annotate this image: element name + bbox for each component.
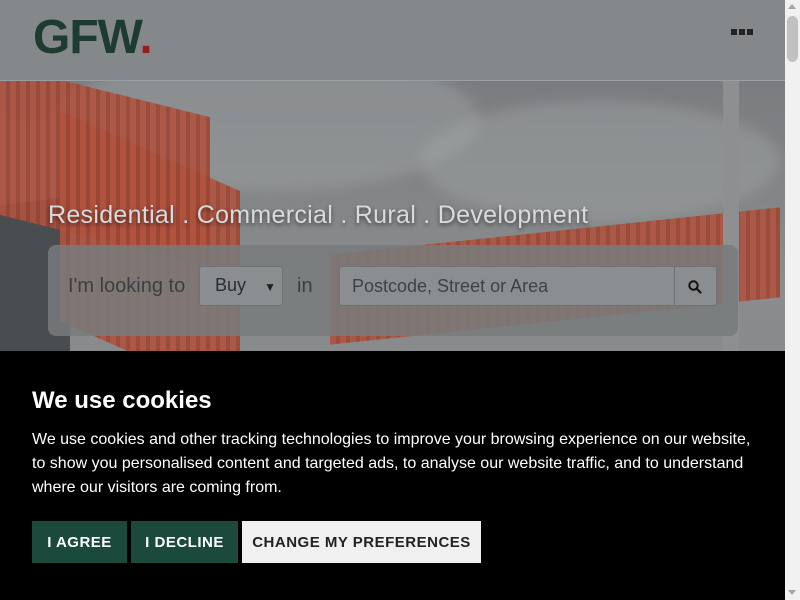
chevron-down-icon: ▼ xyxy=(264,280,276,294)
cookie-preferences-button[interactable]: CHANGE MY PREFERENCES xyxy=(242,521,481,563)
cookie-decline-button[interactable]: I DECLINE xyxy=(131,521,238,563)
logo-text: GFW xyxy=(33,11,140,64)
cookie-body: We use cookies and other tracking techno… xyxy=(32,431,751,496)
menu-dot xyxy=(739,29,745,35)
site-header: GFW. xyxy=(0,0,785,81)
scroll-up-arrow-icon[interactable] xyxy=(788,4,796,9)
scroll-down-arrow-icon[interactable] xyxy=(788,590,796,595)
hero-tagline: Residential . Commercial . Rural . Devel… xyxy=(48,201,589,229)
cookie-agree-button[interactable]: I AGREE xyxy=(32,521,127,563)
cookie-title: We use cookies xyxy=(32,387,212,414)
scrollbar-thumb[interactable] xyxy=(787,16,798,62)
page-viewport: GFW. Residential . Commercial . Rural . … xyxy=(0,0,785,600)
location-search-input[interactable]: Postcode, Street or Area xyxy=(339,266,675,306)
property-search-panel: I'm looking to Buy ▼ in Postcode, Street… xyxy=(48,245,738,336)
search-label: I'm looking to xyxy=(68,275,186,297)
search-button[interactable] xyxy=(674,266,717,306)
ellipsis-menu-icon[interactable] xyxy=(731,29,753,37)
logo-dot: . xyxy=(139,11,152,64)
menu-dot xyxy=(731,29,737,35)
site-logo[interactable]: GFW. xyxy=(33,11,153,64)
in-label: in xyxy=(297,275,313,297)
search-icon xyxy=(688,280,702,294)
cookie-banner: We use cookies We use cookies and other … xyxy=(0,351,785,600)
listing-type-value: Buy xyxy=(215,275,247,295)
listing-type-select[interactable]: Buy ▼ xyxy=(199,266,283,306)
menu-dot xyxy=(747,29,753,35)
page-scrollbar[interactable] xyxy=(785,0,800,600)
